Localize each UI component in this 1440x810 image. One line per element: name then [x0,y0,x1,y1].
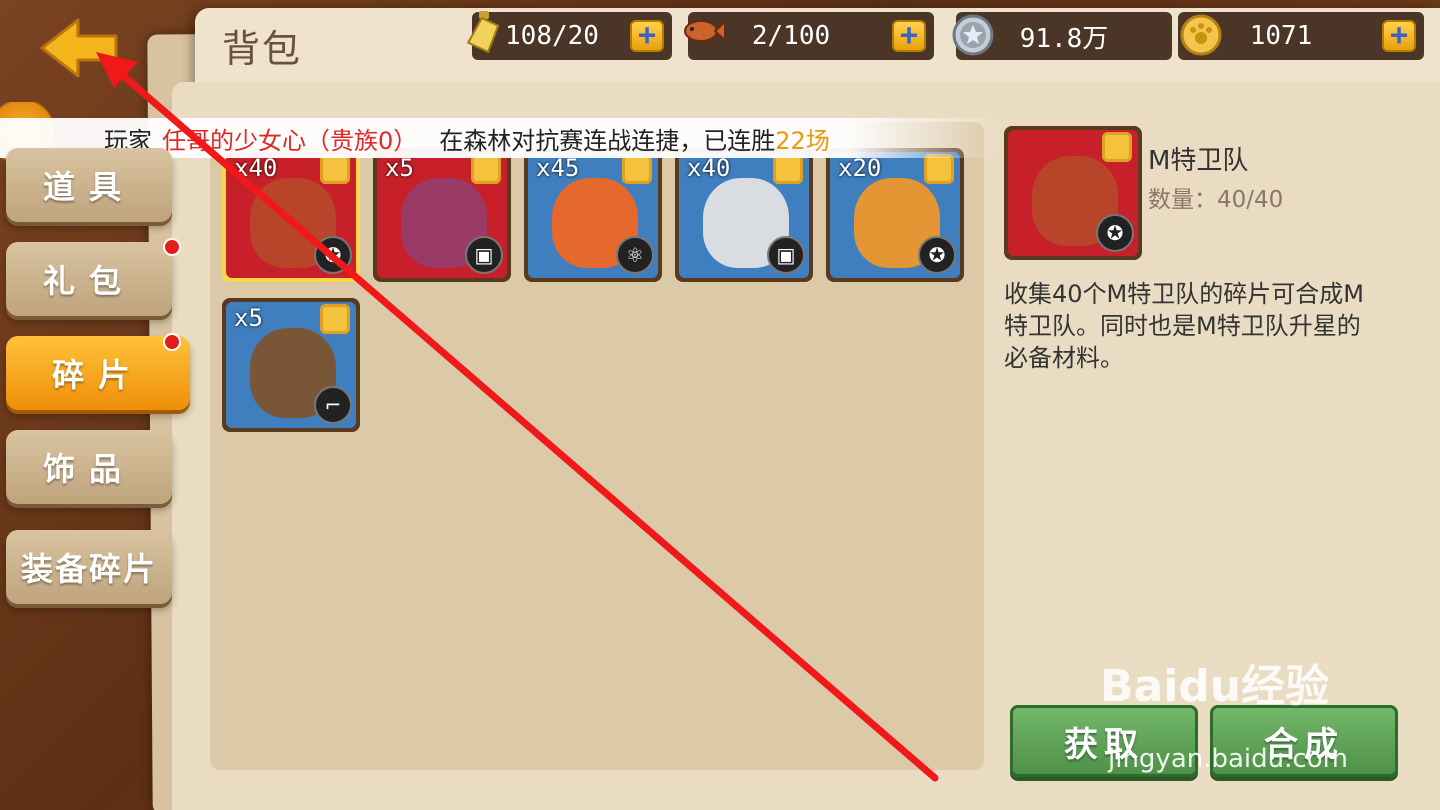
ticker-player-name[interactable]: 任哥的少女心（贵族0） [162,121,417,156]
gold-paw-coin-icon [1178,12,1224,58]
fragment-count: x20 [838,154,882,182]
fragment-card[interactable]: x40 ✪ [222,148,360,282]
pistol-icon: ⌐ [314,386,352,424]
fragment-art: x40 ✪ [226,152,356,278]
ticker-message: 在森林对抗赛连战连捷，已连胜 [439,126,776,155]
back-button[interactable] [38,16,122,80]
fragment-art: x45 ⚛ [528,152,658,278]
watermark-url: jingyan.baidu.com [1108,744,1348,774]
fragment-count: x40 [687,154,731,182]
fragment-count: x45 [536,154,580,182]
puzzle-piece-icon [320,304,350,334]
puzzle-piece-icon [471,154,501,184]
sidebar-item-fragments[interactable]: 碎片 [6,336,190,410]
detail-portrait: ✪ [1004,126,1142,260]
back-arrow-icon [40,18,118,78]
fragment-card[interactable]: x5 ▣ [373,148,511,282]
ticker-streak: 22场 [775,126,830,155]
fragment-count: x40 [234,154,278,182]
sidebar-item-label: 道具 [42,168,135,206]
puzzle-piece-icon [924,154,954,184]
tank-icon: ▣ [767,236,805,274]
fragment-card[interactable]: x40 ▣ [675,148,813,282]
detail-quantity: 数量：40/40 [1148,187,1284,213]
fragment-card[interactable]: x5 ⌐ [222,298,360,432]
fish-icon [680,8,726,54]
detail-name: M特卫队 [1148,146,1249,176]
fragment-art: x5 ⌐ [226,302,356,428]
puzzle-piece-icon [320,154,350,184]
watermark-brand: Baidu经验 [1100,661,1330,712]
fragment-count: x5 [385,154,414,182]
laurel-star-icon: ✪ [1096,214,1134,252]
fragment-card[interactable]: x45 ⚛ [524,148,662,282]
fragment-card[interactable]: x20 ✪ [826,148,964,282]
puzzle-piece-icon [773,154,803,184]
notification-dot [163,333,181,351]
page-title: 背包 [222,27,303,71]
sidebar-item-label: 装备碎片 [20,550,157,588]
fragment-art: x40 ▣ [679,152,809,278]
sidebar-item-items[interactable]: 道具 [6,148,172,222]
puzzle-piece-icon [622,154,652,184]
detail-art: ✪ [1008,130,1138,256]
sidebar-item-equipment-fragments[interactable]: 装备碎片 [6,530,172,604]
fragment-count: x5 [234,304,263,332]
add-energy-button[interactable]: + [630,20,664,52]
atom-icon: ⚛ [616,236,654,274]
sidebar-item-label: 礼包 [42,262,135,300]
sidebar-item-label: 碎片 [51,356,144,394]
laurel-star-icon: ✪ [314,236,352,274]
notification-dot [163,238,181,256]
sidebar-item-label: 饰品 [42,450,135,488]
fragment-art: x5 ▣ [377,152,507,278]
sidebar-item-gift-packs[interactable]: 礼包 [6,242,172,316]
puzzle-piece-icon [1102,132,1132,162]
bottle-icon [462,8,508,54]
fragment-art: x20 ✪ [830,152,960,278]
silver-coin-icon [950,12,996,58]
add-fish-button[interactable]: + [892,20,926,52]
add-gold-button[interactable]: + [1382,20,1416,52]
sidebar-item-accessories[interactable]: 饰品 [6,430,172,504]
detail-description: 收集40个M特卫队的碎片可合成M特卫队。同时也是M特卫队升星的必备材料。 [1004,280,1364,372]
tank-icon: ▣ [465,236,503,274]
laurel-star-icon: ✪ [918,236,956,274]
